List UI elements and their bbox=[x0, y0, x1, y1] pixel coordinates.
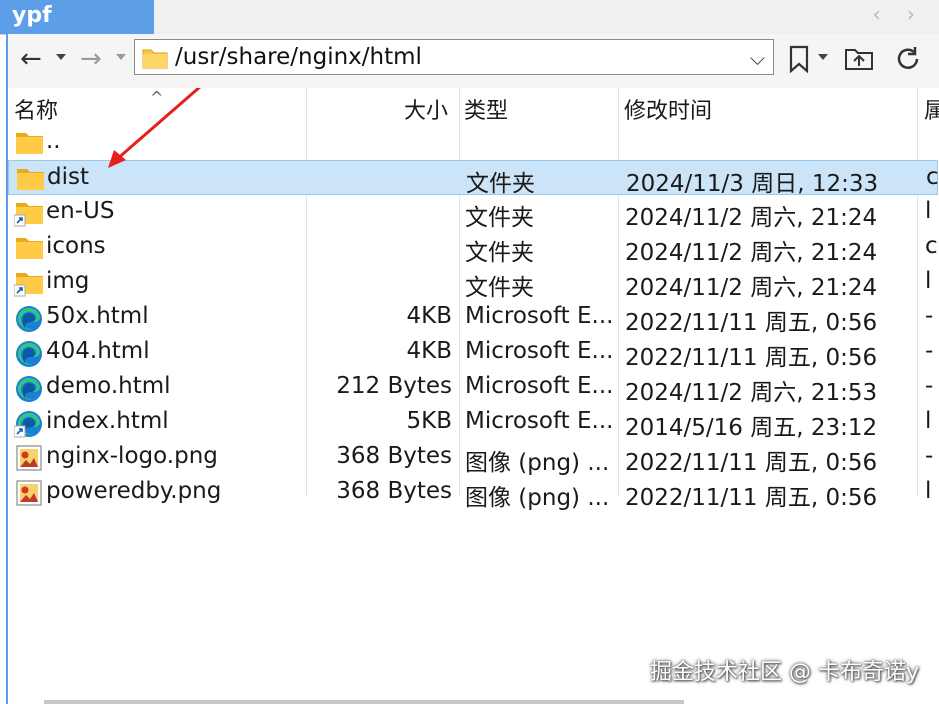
file-attributes: - bbox=[925, 338, 934, 364]
file-size: 368 Bytes bbox=[336, 443, 452, 469]
file-size: 5KB bbox=[406, 408, 453, 434]
column-header-size[interactable]: 大小 bbox=[404, 93, 448, 125]
table-row[interactable]: poweredby.png 368 Bytes 图像 (png) ... 2022/1… bbox=[8, 475, 938, 511]
horizontal-scrollbar[interactable] bbox=[44, 700, 684, 704]
file-name: icons bbox=[46, 233, 106, 259]
back-history-dropdown[interactable] bbox=[56, 54, 66, 60]
file-modified: 2024/11/2 周六, 21:24 bbox=[625, 275, 878, 301]
file-attributes: l bbox=[925, 478, 932, 504]
tab-scroll-arrows[interactable]: ‹ › bbox=[873, 2, 925, 26]
file-attributes: - bbox=[925, 443, 934, 469]
chevron-down-icon[interactable]: ⌵ bbox=[750, 46, 765, 70]
edge-html-icon bbox=[14, 339, 44, 367]
file-type: Microsoft E... bbox=[465, 373, 614, 399]
table-row[interactable]: img 文件夹 2024/11/2 周六, 21:24 l bbox=[8, 265, 938, 301]
file-size: 368 Bytes bbox=[336, 478, 452, 504]
file-modified: 2024/11/2 周六, 21:53 bbox=[625, 380, 878, 406]
tab-ypf[interactable]: ypf bbox=[0, 0, 154, 34]
file-modified: 2024/11/3 周日, 12:33 bbox=[626, 171, 879, 197]
navigation-toolbar: ← → /usr/share/nginx/html ⌵ bbox=[6, 34, 939, 88]
file-modified: 2024/11/2 周六, 21:24 bbox=[625, 205, 878, 231]
file-name: poweredby.png bbox=[46, 478, 222, 504]
address-bar[interactable]: /usr/share/nginx/html ⌵ bbox=[134, 39, 774, 75]
file-type: 文件夹 bbox=[465, 205, 534, 231]
column-header-type[interactable]: 类型 bbox=[464, 93, 508, 125]
file-attributes: - bbox=[925, 373, 934, 399]
file-size: 212 Bytes bbox=[336, 373, 452, 399]
tab-strip: ypf ‹ › bbox=[0, 0, 939, 35]
folder-link-icon bbox=[13, 269, 44, 297]
column-header-attributes[interactable]: 属 bbox=[924, 93, 939, 125]
file-name: 404.html bbox=[46, 338, 150, 364]
forward-history-dropdown[interactable] bbox=[116, 54, 126, 60]
file-size: 4KB bbox=[406, 303, 453, 329]
file-list: 名称 ^ 大小 类型 修改时间 属 .. dist文件夹2024/11/3 周日… bbox=[6, 88, 939, 704]
file-manager-window: ypf ‹ › ← → /usr/share/nginx/html ⌵ 名称 ^… bbox=[0, 0, 939, 704]
file-attributes: l bbox=[925, 198, 932, 224]
table-row[interactable]: demo.html 212 Bytes Microsoft E... 2024/11/… bbox=[8, 370, 938, 406]
table-row[interactable]: icons 文件夹 2024/11/2 周六, 21:24 c bbox=[8, 230, 938, 266]
forward-button[interactable]: → bbox=[80, 46, 102, 72]
table-row[interactable]: nginx-logo.png 368 Bytes 图像 (png) ... 2022/… bbox=[8, 440, 938, 476]
bookmark-dropdown[interactable] bbox=[818, 54, 828, 60]
file-attributes: c bbox=[925, 233, 938, 259]
file-attributes: l bbox=[925, 268, 932, 294]
bookmark-icon[interactable] bbox=[788, 45, 810, 73]
file-type: Microsoft E... bbox=[465, 408, 614, 434]
file-attributes: l bbox=[925, 408, 932, 434]
file-modified: 2022/11/11 周五, 0:56 bbox=[625, 310, 878, 336]
file-type: 文件夹 bbox=[465, 240, 534, 266]
annotation-arrow bbox=[108, 88, 201, 168]
address-path[interactable]: /usr/share/nginx/html bbox=[175, 44, 422, 70]
edge-html-icon bbox=[14, 374, 44, 402]
file-modified: 2022/11/11 周五, 0:56 bbox=[625, 485, 878, 511]
file-type: 文件夹 bbox=[465, 275, 534, 301]
file-type: Microsoft E... bbox=[465, 303, 614, 329]
file-name: demo.html bbox=[46, 373, 171, 399]
folder-icon bbox=[14, 234, 44, 262]
file-modified: 2024/11/2 周六, 21:24 bbox=[625, 240, 878, 266]
back-button[interactable]: ← bbox=[20, 46, 42, 72]
table-row[interactable]: index.html 5KB Microsoft E... 2014/5/16 周五,… bbox=[8, 405, 938, 441]
file-name: img bbox=[46, 268, 90, 294]
table-row[interactable]: 404.html 4KB Microsoft E... 2022/11/11 周五, … bbox=[8, 335, 938, 371]
file-modified: 2014/5/16 周五, 23:12 bbox=[625, 415, 878, 441]
edge-html-icon bbox=[14, 304, 44, 332]
file-type: 图像 (png) ... bbox=[465, 485, 610, 511]
column-header-modified[interactable]: 修改时间 bbox=[624, 93, 712, 125]
file-name: index.html bbox=[46, 408, 169, 434]
file-type: 文件夹 bbox=[466, 171, 535, 197]
file-attributes: - bbox=[925, 303, 934, 329]
file-name: 50x.html bbox=[46, 303, 149, 329]
file-modified: 2022/11/11 周五, 0:56 bbox=[625, 345, 878, 371]
folder-icon bbox=[142, 49, 168, 69]
edge-html-link-icon bbox=[13, 409, 44, 438]
refresh-icon[interactable] bbox=[894, 45, 922, 73]
file-type: Microsoft E... bbox=[465, 338, 614, 364]
file-size: 4KB bbox=[406, 338, 453, 364]
file-name: nginx-logo.png bbox=[46, 443, 218, 469]
table-row[interactable]: 50x.html 4KB Microsoft E... 2022/11/11 周五, … bbox=[8, 300, 938, 336]
file-attributes: c bbox=[926, 164, 939, 190]
parent-folder-icon[interactable] bbox=[844, 45, 874, 71]
watermark-text: 掘金技术社区 @ 卡布奇诺y bbox=[649, 660, 919, 685]
image-file-icon bbox=[14, 444, 44, 472]
file-modified: 2022/11/11 周五, 0:56 bbox=[625, 450, 878, 476]
file-type: 图像 (png) ... bbox=[465, 450, 610, 476]
image-file-icon bbox=[14, 479, 44, 507]
